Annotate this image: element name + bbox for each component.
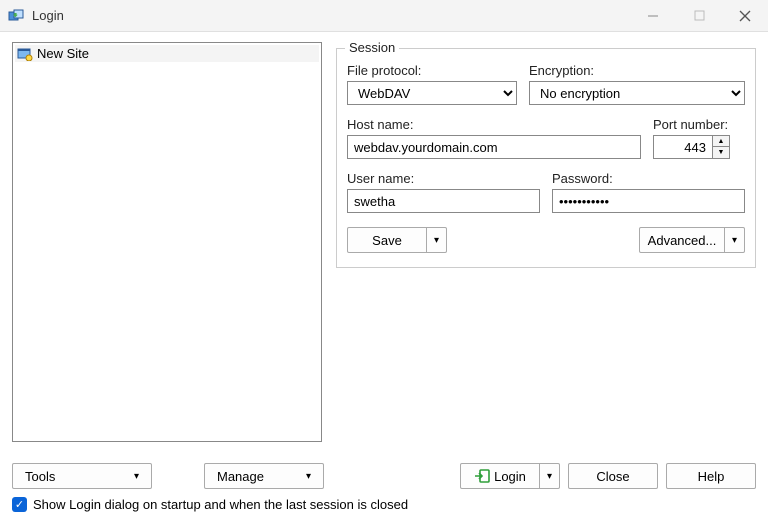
advanced-dropdown[interactable]: [725, 227, 745, 253]
site-list[interactable]: New Site: [12, 42, 322, 442]
port-spinner[interactable]: ▲ ▼: [713, 135, 730, 159]
show-login-checkbox[interactable]: ✓: [12, 497, 27, 512]
port-input[interactable]: [653, 135, 713, 159]
password-label: Password:: [552, 171, 745, 186]
file-protocol-label: File protocol:: [347, 63, 517, 78]
window-buttons: [630, 0, 768, 32]
tools-button[interactable]: Tools: [12, 463, 152, 489]
login-label: Login: [494, 469, 526, 484]
titlebar: Login: [0, 0, 768, 32]
host-label: Host name:: [347, 117, 641, 132]
close-dialog-button[interactable]: Close: [568, 463, 658, 489]
port-spin-down[interactable]: ▼: [713, 147, 729, 158]
site-item-label: New Site: [37, 46, 89, 61]
advanced-button[interactable]: Advanced...: [639, 227, 725, 253]
maximize-button[interactable]: [676, 0, 722, 32]
username-label: User name:: [347, 171, 540, 186]
chevron-down-icon: [306, 471, 311, 482]
file-protocol-select[interactable]: WebDAV: [347, 81, 517, 105]
help-button[interactable]: Help: [666, 463, 756, 489]
login-button[interactable]: Login: [460, 463, 540, 489]
session-fieldset: Session File protocol: WebDAV Encryption…: [336, 48, 756, 268]
login-icon: [474, 469, 490, 483]
encryption-select[interactable]: No encryption: [529, 81, 745, 105]
show-login-checkbox-label[interactable]: Show Login dialog on startup and when th…: [33, 497, 408, 512]
encryption-label: Encryption:: [529, 63, 745, 78]
port-label: Port number:: [653, 117, 745, 132]
chevron-down-icon: [134, 471, 139, 482]
site-icon: [17, 47, 33, 61]
manage-button[interactable]: Manage: [204, 463, 324, 489]
app-icon: [8, 7, 26, 25]
host-input[interactable]: [347, 135, 641, 159]
window-title: Login: [32, 8, 64, 23]
tools-label: Tools: [25, 469, 55, 484]
save-dropdown[interactable]: [427, 227, 447, 253]
close-button[interactable]: [722, 0, 768, 32]
session-legend: Session: [345, 40, 399, 55]
minimize-button[interactable]: [630, 0, 676, 32]
site-list-item[interactable]: New Site: [15, 45, 319, 62]
port-spin-up[interactable]: ▲: [713, 136, 729, 147]
username-input[interactable]: [347, 189, 540, 213]
password-input[interactable]: [552, 189, 745, 213]
save-button[interactable]: Save: [347, 227, 427, 253]
login-dropdown[interactable]: [540, 463, 560, 489]
manage-label: Manage: [217, 469, 264, 484]
